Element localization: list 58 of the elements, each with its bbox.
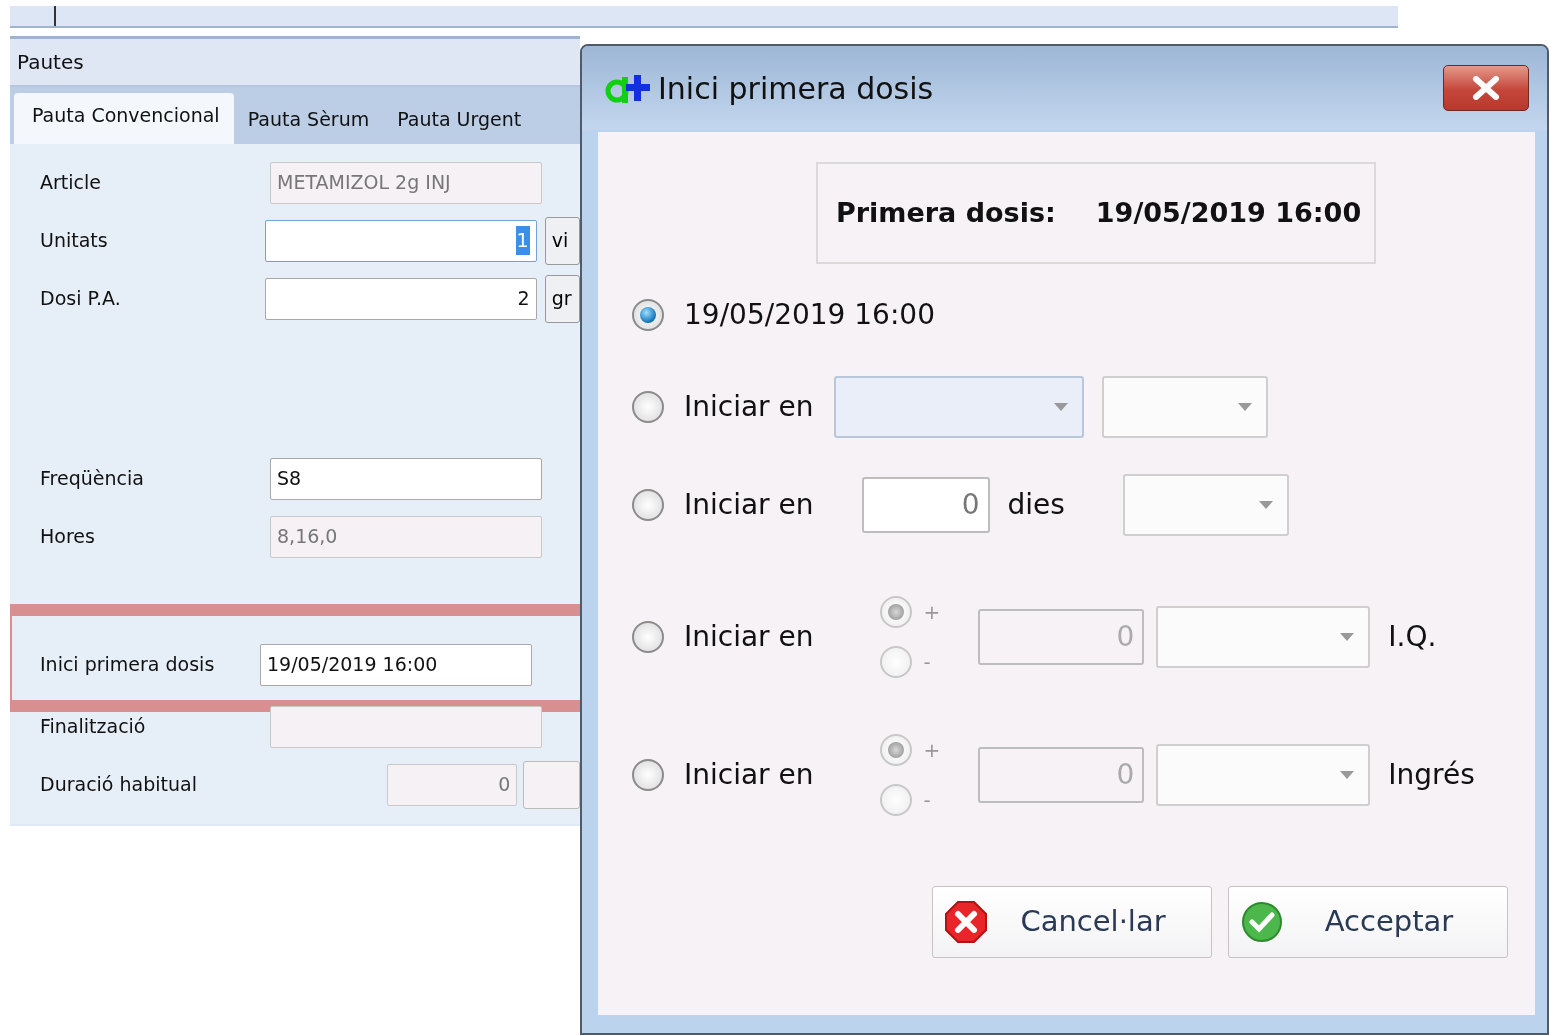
dropdown[interactable] [1122, 474, 1289, 536]
dropdown-caret-icon [1053, 403, 1068, 411]
unit-button[interactable]: gr [544, 274, 580, 323]
summary-label: Primera dosis: [836, 195, 1056, 230]
close-button[interactable] [1443, 65, 1529, 111]
field-label: Unitats [39, 228, 109, 254]
radio-button[interactable] [879, 734, 912, 766]
option-label: 19/05/2019 16:00 [684, 297, 935, 333]
sign-label: - [923, 787, 931, 814]
input-field[interactable]: 2 [264, 277, 537, 320]
radio-button[interactable] [632, 489, 664, 521]
sign-label: + [923, 737, 941, 764]
input-field[interactable]: 19/05/2019 16:00 [260, 643, 532, 686]
reference-label: I.Q. [1388, 619, 1437, 655]
dropdown-caret-icon [1340, 771, 1355, 779]
close-icon [1471, 76, 1501, 100]
summary-value: 19/05/2019 16:00 [1095, 195, 1362, 230]
dialog-title: Inici primera dosis [658, 69, 934, 108]
dropdown-caret-icon [1258, 501, 1273, 509]
number-field[interactable]: 0 [861, 477, 990, 533]
dropdown[interactable] [1156, 606, 1371, 668]
cancel-button[interactable]: Cancel·lar [932, 886, 1212, 958]
option-label: Iniciar en [684, 487, 814, 523]
radio-button[interactable] [879, 596, 912, 628]
option-label: Iniciar en [684, 389, 814, 425]
radio-button[interactable] [879, 784, 912, 816]
radio-button[interactable] [632, 391, 664, 423]
check-icon [1241, 901, 1283, 943]
input-field[interactable] [523, 760, 580, 809]
field-label: Article [39, 170, 102, 196]
field-label: Dosi P.A. [39, 286, 122, 312]
accept-button[interactable]: Acceptar [1228, 886, 1508, 958]
option-label: Iniciar en [684, 757, 814, 793]
unit-button[interactable]: vi [544, 216, 580, 265]
tab[interactable]: Pauta Convencional [14, 93, 234, 144]
field-label: Duració habitual [39, 772, 198, 798]
field-label: Finalització [39, 714, 147, 740]
dropdown[interactable] [833, 376, 1084, 438]
unit-label: dies [1007, 487, 1065, 523]
radio-button[interactable] [632, 299, 664, 331]
error-icon [945, 901, 987, 943]
tab[interactable]: Pauta Sèrum [233, 97, 384, 144]
radio-button[interactable] [879, 646, 912, 678]
field-label: Hores [39, 524, 96, 550]
sign-label: - [923, 649, 931, 676]
dropdown-caret-icon [1237, 403, 1252, 411]
sign-label: + [923, 599, 941, 626]
field-label: Freqüència [39, 466, 145, 492]
field-label: Inici primera dosis [39, 652, 216, 678]
tab[interactable]: Pauta Urgent [383, 97, 536, 144]
option-label: Iniciar en [684, 619, 814, 655]
radio-button[interactable] [632, 759, 664, 791]
radio-button[interactable] [632, 621, 664, 653]
input-field[interactable]: S8 [270, 457, 542, 500]
dropdown-caret-icon [1340, 633, 1355, 641]
dropdown[interactable] [1101, 376, 1268, 438]
reference-label: Ingrés [1388, 757, 1475, 793]
dropdown[interactable] [1156, 744, 1371, 806]
